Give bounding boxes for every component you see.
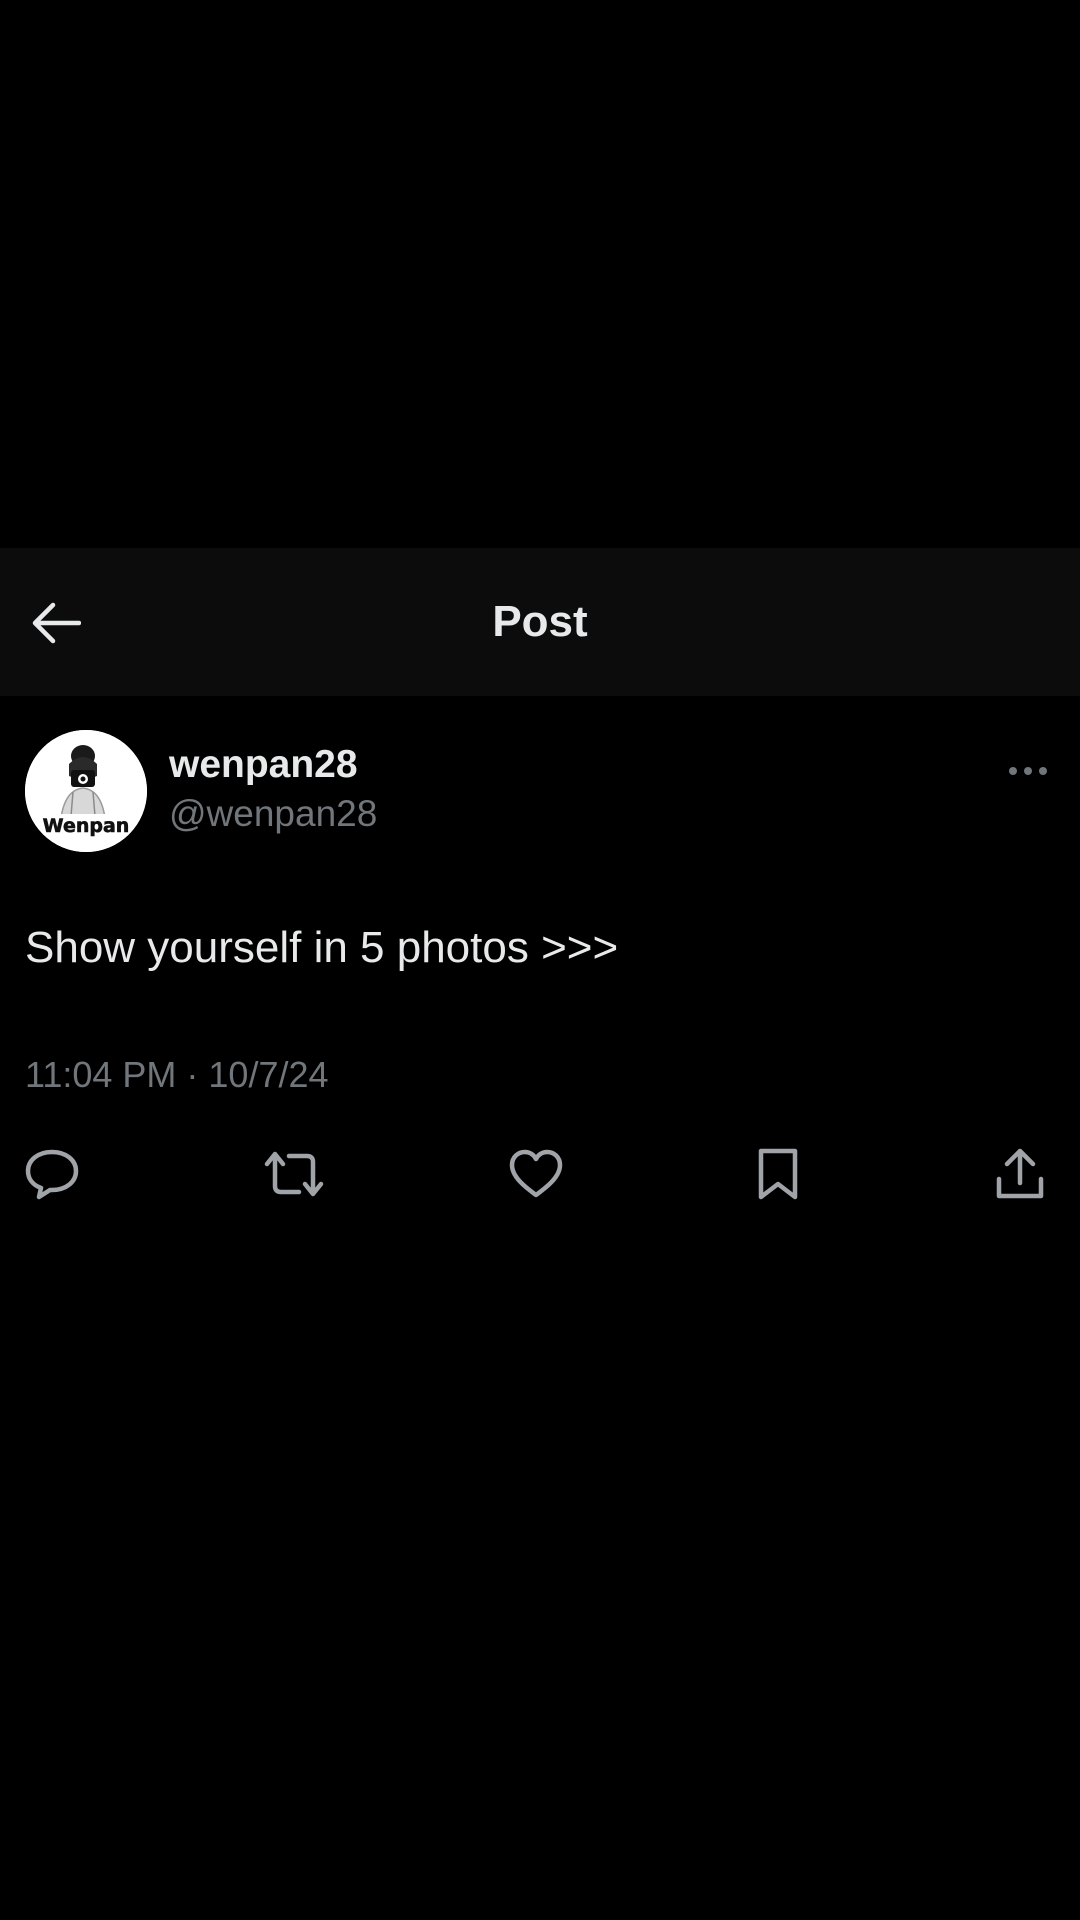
repost-button[interactable] — [256, 1136, 332, 1212]
like-button[interactable] — [498, 1136, 574, 1212]
avatar[interactable]: Wenpan — [25, 730, 147, 852]
more-horizontal-icon — [1009, 767, 1047, 775]
avatar-image: Wenpan — [25, 730, 147, 852]
reply-icon — [25, 1149, 79, 1200]
avatar-logo-text: Wenpan — [43, 815, 130, 837]
post-timestamp[interactable]: 11:04 PM · 10/7/24 — [25, 1054, 329, 1096]
post-action-bar — [0, 1136, 1080, 1216]
more-options-button[interactable] — [1002, 756, 1054, 786]
empty-top-area — [0, 0, 1080, 548]
top-app-bar: Post — [0, 548, 1080, 696]
repost-icon — [264, 1151, 324, 1197]
page-title: Post — [492, 597, 588, 646]
post-text: Show yourself in 5 photos >>> — [25, 923, 619, 972]
bookmark-button[interactable] — [740, 1136, 816, 1212]
bookmark-icon — [758, 1148, 798, 1200]
reply-button[interactable] — [14, 1136, 90, 1212]
author-handle[interactable]: @wenpan28 — [169, 792, 377, 836]
author-display-name[interactable]: wenpan28 — [169, 742, 358, 788]
share-button[interactable] — [982, 1136, 1058, 1212]
share-icon — [996, 1148, 1044, 1199]
heart-icon — [509, 1149, 563, 1198]
